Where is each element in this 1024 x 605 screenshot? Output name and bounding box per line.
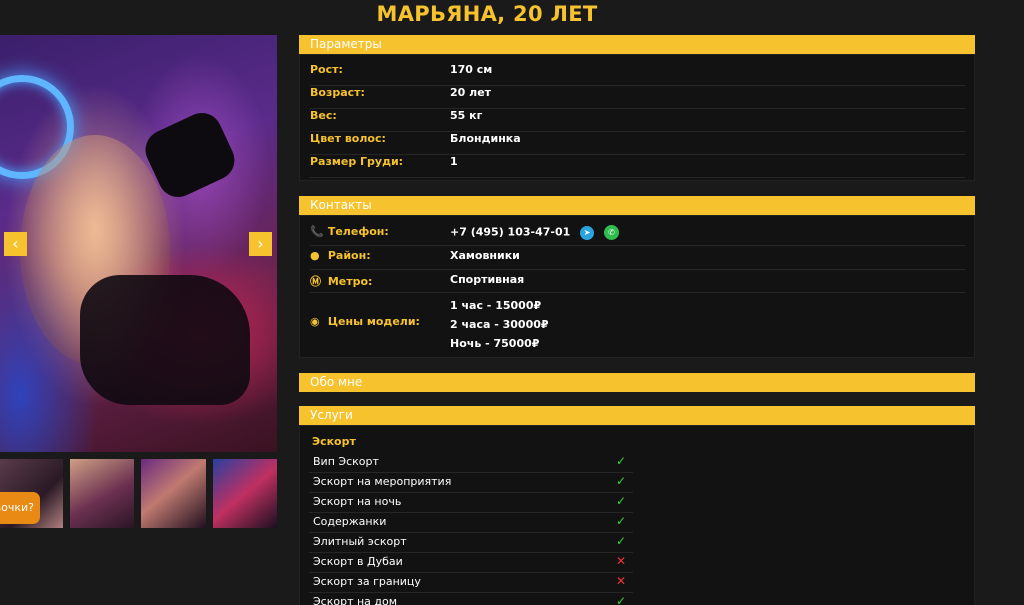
metro-label: Метро: — [327, 275, 373, 288]
param-label: Вес: — [310, 109, 337, 122]
chevron-left-icon[interactable]: ‹ — [4, 232, 27, 256]
param-value: 1 — [450, 155, 458, 168]
price-item: 1 час - 15000₽ — [450, 299, 542, 312]
param-row: Размер Груди: 1 — [310, 155, 965, 178]
service-name: Эскорт на мероприятия — [313, 475, 452, 488]
price-item: 2 часа - 30000₽ — [450, 318, 549, 331]
phone-label: Телефон: — [327, 225, 389, 238]
contacts-panel: 📞 Телефон: +7 (495) 103-47-01 ➤ ✆ ● Райо… — [299, 215, 975, 358]
coins-icon: ◉ — [310, 315, 320, 328]
service-row: Эскорт на ночь ✓ — [309, 492, 633, 513]
param-value: 170 см — [450, 63, 493, 76]
check-icon: ✓ — [616, 514, 627, 528]
cross-icon: ✕ — [616, 574, 627, 588]
param-row: Цвет волос: Блондинка — [310, 132, 965, 155]
service-row: Эскорт за границу ✕ — [309, 572, 633, 593]
param-label: Рост: — [310, 63, 343, 76]
service-row: Содержанки ✓ — [309, 512, 633, 533]
photo-outfit — [80, 275, 250, 405]
telegram-icon[interactable]: ➤ — [580, 225, 595, 240]
param-label: Цвет волос: — [310, 132, 386, 145]
check-icon: ✓ — [616, 594, 627, 605]
service-name: Эскорт на дом — [313, 595, 398, 605]
param-row: Вес: 55 кг — [310, 109, 965, 132]
chevron-right-icon[interactable]: › — [249, 232, 272, 256]
services-heading: Услуги — [299, 406, 975, 425]
district-value: Хамовники — [450, 249, 520, 262]
whatsapp-icon[interactable]: ✆ — [603, 225, 619, 240]
service-name: Элитный эскорт — [313, 535, 407, 548]
service-row: Эскорт на дом ✓ — [309, 592, 633, 605]
service-name: Содержанки — [313, 515, 387, 528]
param-row: Возраст: 20 лет — [310, 86, 965, 109]
cross-icon: ✕ — [616, 554, 627, 568]
service-row: Элитный эскорт ✓ — [309, 532, 633, 553]
phone-row: 📞 Телефон: +7 (495) 103-47-01 ➤ ✆ — [310, 222, 965, 246]
phone-icon: 📞 — [310, 225, 324, 238]
params-panel: Рост: 170 см Возраст: 20 лет Вес: 55 кг … — [299, 54, 975, 181]
metro-icon: Ⓜ — [310, 275, 321, 288]
service-row: Эскорт в Дубаи ✕ — [309, 552, 633, 573]
check-icon: ✓ — [616, 494, 627, 508]
metro-value: Спортивная — [450, 273, 525, 286]
about-heading[interactable]: Обо мне — [299, 373, 975, 392]
phone-number-link[interactable]: +7 (495) 103-47-01 — [450, 226, 570, 239]
prices-row: ◉ Цены модели: 1 час - 15000₽ 2 часа - 3… — [310, 293, 965, 351]
param-row: Рост: 170 см — [310, 63, 965, 86]
param-value: Блондинка — [450, 132, 521, 145]
service-name: Вип Эскорт — [313, 455, 379, 468]
param-value: 20 лет — [450, 86, 492, 99]
check-icon: ✓ — [616, 474, 627, 488]
params-heading: Параметры — [299, 35, 975, 54]
service-name: Эскорт в Дубаи — [313, 555, 403, 568]
page-title: МАРЬЯНА, 20 ЛЕТ — [376, 2, 598, 26]
thumbnail-2[interactable] — [70, 459, 134, 528]
check-icon: ✓ — [616, 454, 627, 468]
metro-row: Ⓜ Метро: Спортивная — [310, 270, 965, 293]
district-row: ● Район: Хамовники — [310, 246, 965, 270]
location-pin-icon: ● — [310, 249, 320, 262]
service-row: Вип Эскорт ✓ — [309, 452, 633, 473]
district-label: Район: — [327, 249, 371, 262]
check-icon: ✓ — [616, 534, 627, 548]
service-name: Эскорт на ночь — [313, 495, 402, 508]
chat-button[interactable]: вочки? — [0, 492, 40, 524]
services-category: Эскорт — [312, 435, 356, 448]
price-item: Ночь - 75000₽ — [450, 337, 540, 350]
contacts-heading: Контакты — [299, 196, 975, 215]
param-label: Возраст: — [310, 86, 365, 99]
thumbnail-4[interactable] — [213, 459, 277, 528]
service-row: Эскорт на мероприятия ✓ — [309, 472, 633, 493]
prices-label: Цены модели: — [327, 315, 420, 328]
thumbnail-3[interactable] — [141, 459, 206, 528]
service-name: Эскорт за границу — [313, 575, 421, 588]
param-value: 55 кг — [450, 109, 483, 122]
param-label: Размер Груди: — [310, 155, 404, 168]
main-photo[interactable] — [0, 35, 277, 452]
